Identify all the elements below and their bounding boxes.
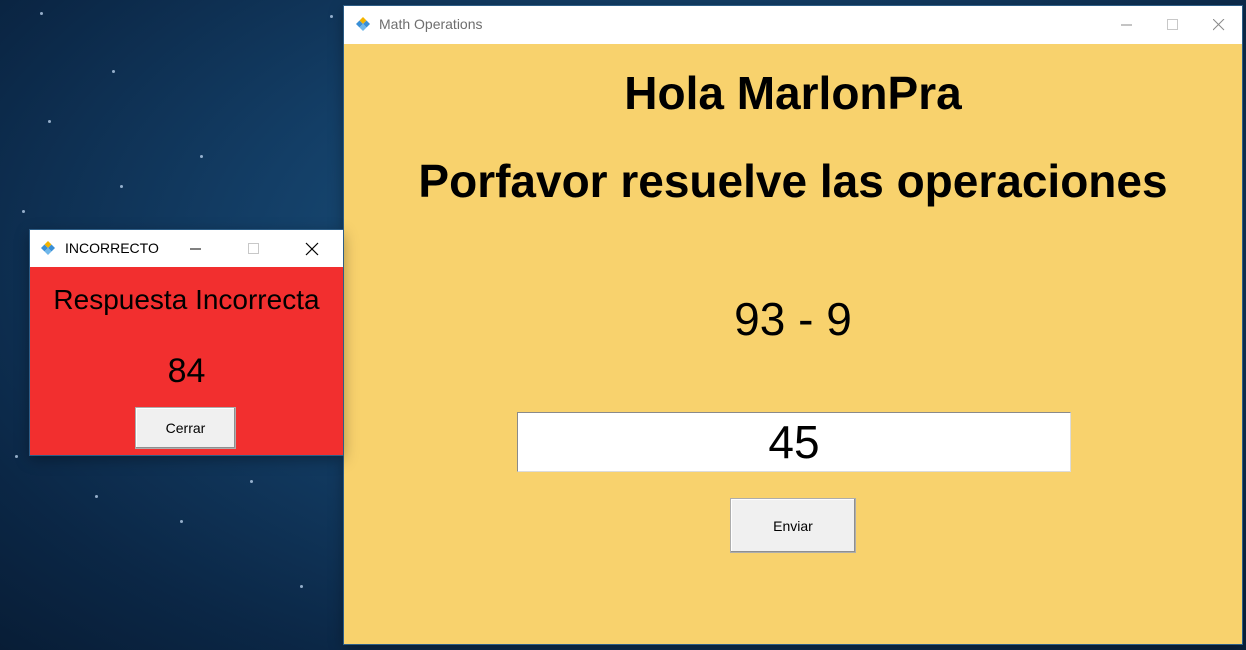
operation-label: 93 - 9 — [734, 293, 852, 345]
app-icon — [41, 241, 55, 255]
close-button[interactable]: Cerrar — [135, 407, 236, 449]
close-icon[interactable] — [289, 230, 335, 267]
instruction-heading: Porfavor resuelve las operaciones — [418, 155, 1168, 207]
correct-answer-value: 84 — [167, 352, 206, 390]
minimize-icon[interactable] — [173, 230, 219, 267]
greeting-heading: Hola MarlonPra — [624, 67, 962, 119]
window-title: Math Operations — [379, 16, 483, 32]
maximize-icon[interactable] — [1150, 6, 1196, 44]
dialog-message: Respuesta Incorrecta — [53, 284, 320, 315]
maximize-icon[interactable] — [231, 230, 277, 267]
close-icon[interactable] — [1196, 6, 1242, 44]
send-button[interactable]: Enviar — [730, 498, 856, 553]
dialog-titlebar[interactable]: INCORRECTO — [30, 230, 343, 267]
main-titlebar[interactable]: Math Operations — [344, 6, 1242, 44]
answer-input[interactable] — [517, 412, 1071, 472]
app-icon — [356, 17, 370, 31]
math-operations-window: Math Operations Hola MarlonPra Porfavor … — [344, 6, 1242, 644]
minimize-icon[interactable] — [1104, 6, 1150, 44]
dialog-title: INCORRECTO — [65, 240, 159, 256]
incorrect-dialog: INCORRECTO Respuesta Incorrecta 84 Cerra… — [30, 230, 343, 455]
